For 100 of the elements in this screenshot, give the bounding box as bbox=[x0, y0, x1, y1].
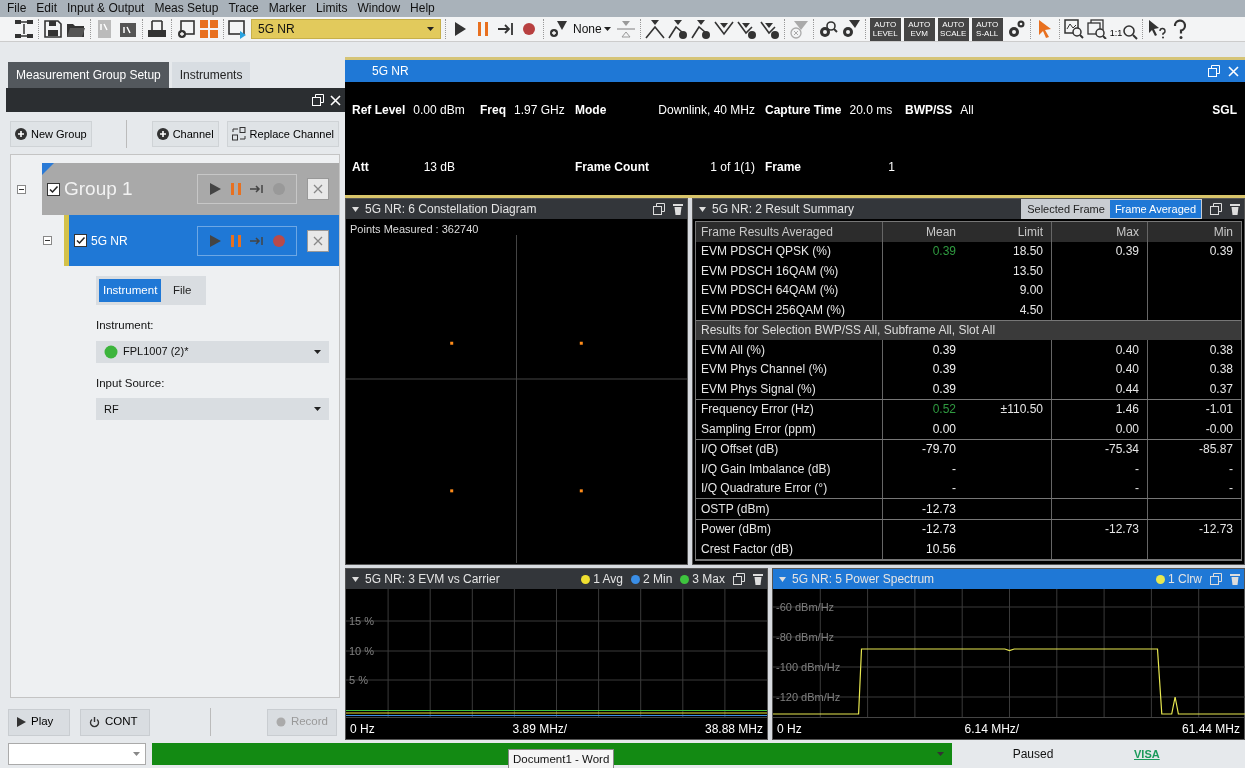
toggle-option[interactable]: File bbox=[161, 279, 203, 303]
dropdown[interactable]: FPL1007 (2)* bbox=[96, 340, 329, 363]
play-button[interactable]: Play bbox=[8, 708, 70, 736]
source-toggle[interactable]: Instrument File bbox=[96, 276, 206, 306]
row-label: Crest Factor (dB) bbox=[700, 540, 794, 558]
auto-button[interactable]: AUTO SCALE bbox=[937, 17, 969, 41]
panel-title: 5G NR: 5 Power Spectrum bbox=[792, 571, 935, 588]
marker-limit-icon[interactable] bbox=[615, 19, 636, 39]
channel-title: 5G NR bbox=[372, 63, 409, 80]
table-cell: 0.39 bbox=[882, 241, 964, 261]
param-value: 1 bbox=[888, 158, 895, 176]
marker-settings-icon[interactable] bbox=[840, 19, 861, 39]
measurement-select[interactable]: 5G NR bbox=[251, 19, 441, 39]
row-label: EVM PDSCH 256QAM (%) bbox=[700, 301, 847, 319]
section-heading: Results for Selection BWP/SS All, Subframe All, Slot All bbox=[696, 320, 1241, 340]
sequencer-icon[interactable] bbox=[14, 19, 34, 39]
next-peak-left-icon[interactable] bbox=[667, 19, 688, 39]
next-min-left-icon[interactable] bbox=[736, 19, 757, 39]
checkbox[interactable] bbox=[74, 234, 87, 247]
restore-icon[interactable] bbox=[312, 94, 324, 106]
panel-title: 5G NR: 6 Constellation Diagram bbox=[365, 201, 537, 218]
new-group-button[interactable]: New Group bbox=[10, 121, 92, 147]
print-icon[interactable] bbox=[147, 19, 167, 39]
legend-label: 3 Max bbox=[692, 571, 725, 588]
restore-icon[interactable] bbox=[653, 203, 665, 215]
axis-label: -80 dBm/Hz bbox=[776, 631, 835, 643]
auto-button[interactable]: AUTO LEVEL bbox=[869, 17, 901, 41]
close-button[interactable] bbox=[307, 229, 329, 252]
interface-label: VISA bbox=[1134, 746, 1160, 762]
cont-button[interactable]: CONT bbox=[80, 708, 150, 736]
table-cell: 0.00 bbox=[1051, 419, 1147, 439]
row-label: OSTP (dBm) bbox=[700, 500, 771, 518]
table-cell: -75.34 bbox=[1051, 439, 1147, 459]
marker-off-icon[interactable] bbox=[788, 19, 809, 39]
zoom-reset-button[interactable]: 1:1 bbox=[1109, 18, 1139, 40]
menu-item[interactable]: Edit bbox=[31, 1, 63, 16]
collapse-icon[interactable] bbox=[43, 236, 52, 245]
field-label: Input Source: bbox=[96, 375, 166, 391]
multi-zoom-icon[interactable] bbox=[1086, 19, 1107, 39]
table-cell: -12.73 bbox=[882, 519, 964, 539]
menu-item[interactable]: Marker bbox=[263, 1, 312, 16]
dropdown[interactable]: RF bbox=[96, 397, 329, 420]
axis-label: 6.14 MHz/ bbox=[964, 720, 1020, 738]
add-marker-icon[interactable] bbox=[548, 19, 568, 39]
menu-item[interactable]: Limits bbox=[311, 1, 353, 16]
row-label: Sampling Error (ppm) bbox=[700, 420, 817, 438]
sweep-mode: SGL bbox=[1211, 102, 1237, 120]
replace-channel-button[interactable]: Replace Channel bbox=[226, 121, 339, 147]
next-min-right-icon[interactable] bbox=[759, 19, 780, 39]
param-value: Downlink, 40 MHz bbox=[658, 102, 755, 120]
menu-item[interactable]: Trace bbox=[223, 1, 264, 16]
table-cell: - bbox=[1147, 459, 1241, 479]
trash-icon[interactable] bbox=[1230, 203, 1240, 215]
table-cell: -12.73 bbox=[1051, 519, 1147, 539]
toggle-option[interactable]: Instrument bbox=[99, 279, 162, 303]
restore-icon[interactable] bbox=[733, 573, 745, 585]
auto-button[interactable]: AUTO S-ALL bbox=[971, 17, 1003, 41]
tree-row[interactable]: 5G NR bbox=[64, 215, 339, 266]
restore-icon[interactable] bbox=[1210, 203, 1222, 215]
add-channel-button[interactable]: Channel bbox=[151, 121, 219, 147]
collapse-icon[interactable] bbox=[699, 205, 706, 213]
view-toggle-option[interactable]: Selected Frame bbox=[1022, 199, 1110, 219]
peak-icon[interactable] bbox=[644, 19, 665, 39]
add-window-icon[interactable] bbox=[176, 19, 196, 39]
search-settings-icon[interactable] bbox=[817, 19, 838, 39]
search-icon bbox=[1122, 24, 1139, 40]
zoom-icon[interactable] bbox=[1063, 19, 1084, 39]
add-icon bbox=[15, 128, 27, 140]
menu-item[interactable]: Input & Output bbox=[62, 1, 150, 16]
auto-button[interactable]: AUTO EVM bbox=[903, 17, 935, 41]
corner-icon bbox=[42, 163, 54, 175]
column-header: Max bbox=[1051, 222, 1147, 242]
close-icon[interactable] bbox=[330, 94, 341, 106]
marker-mode-select[interactable]: None bbox=[571, 20, 613, 38]
status-combo[interactable] bbox=[152, 743, 952, 765]
table-cell: -1.01 bbox=[1147, 399, 1241, 419]
trash-icon[interactable] bbox=[753, 573, 763, 585]
window-export-icon[interactable] bbox=[228, 19, 248, 39]
collapse-icon[interactable] bbox=[352, 205, 359, 213]
row-label: EVM PDSCH 16QAM (%) bbox=[700, 262, 840, 280]
menu-item[interactable]: Meas Setup bbox=[149, 1, 224, 16]
next-peak-right-icon[interactable] bbox=[690, 19, 711, 39]
menu-item[interactable]: Help bbox=[405, 1, 440, 16]
context-help-icon[interactable] bbox=[1147, 19, 1168, 39]
save-icon[interactable] bbox=[43, 19, 63, 39]
dropdown-value: FPL1007 (2)* bbox=[123, 344, 189, 360]
trash-icon[interactable] bbox=[673, 203, 683, 215]
menu-item[interactable]: File bbox=[2, 1, 32, 16]
param-value: 20.0 ms bbox=[849, 102, 893, 120]
checkbox[interactable] bbox=[47, 182, 60, 196]
view-toggle-option[interactable]: Frame Averaged bbox=[1109, 199, 1201, 219]
close-button[interactable] bbox=[307, 178, 329, 200]
panel-tab[interactable]: Instruments bbox=[171, 62, 251, 88]
menu-item[interactable]: Window bbox=[352, 1, 406, 16]
table-cell: 0.39 bbox=[882, 340, 964, 360]
collapse-icon[interactable] bbox=[352, 575, 359, 583]
row-label: EVM All (%) bbox=[700, 341, 766, 359]
collapse-icon[interactable] bbox=[17, 184, 26, 194]
table-cell: 1.46 bbox=[1051, 399, 1147, 419]
panel-tab[interactable]: Measurement Group Setup bbox=[8, 62, 169, 88]
